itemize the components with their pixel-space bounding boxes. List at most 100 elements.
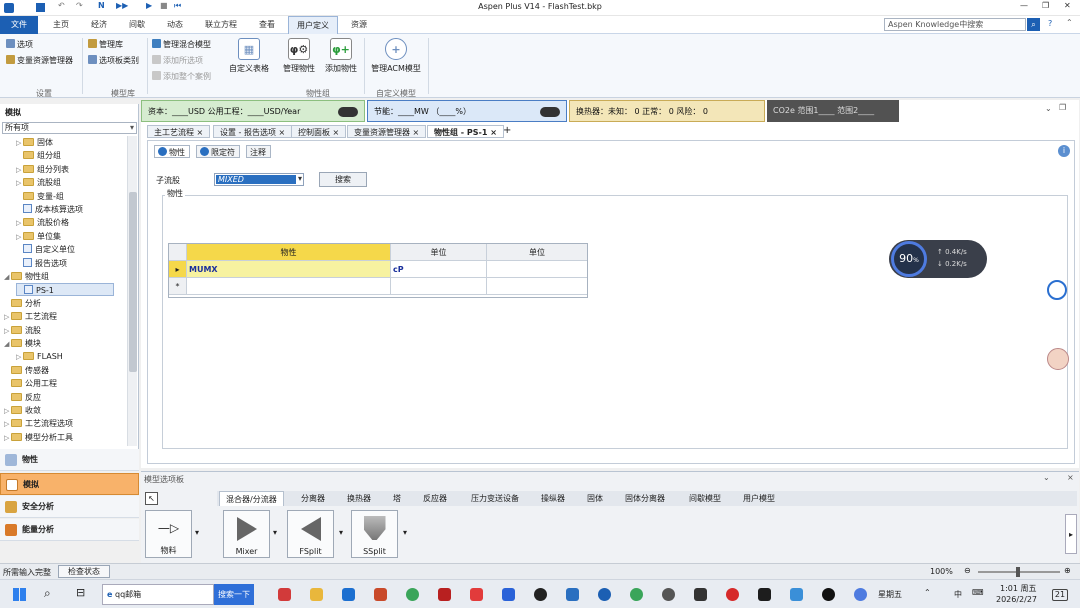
browser-blue-icon[interactable] (598, 588, 611, 601)
add-tab-button[interactable]: + (503, 125, 511, 136)
tree-item[interactable]: ◢ 物性组 (4, 270, 49, 283)
media-icon[interactable] (726, 588, 739, 601)
chevron-up-icon[interactable]: ⌃ (1066, 18, 1073, 27)
tree-expander-icon[interactable]: ▷ (4, 311, 11, 324)
tree-item[interactable]: ▷ 流股价格 (16, 216, 69, 229)
close-palette-icon[interactable]: × (1067, 473, 1074, 482)
pin-icon[interactable]: ⌄ (1043, 473, 1050, 482)
co2-status[interactable]: CO2e 范围1____ 范围2____ (767, 100, 899, 122)
check-status-button[interactable]: 检查状态 (58, 565, 110, 578)
palette-tab-mixers[interactable]: 混合器/分流器 (219, 491, 284, 506)
task-view-icon[interactable]: ⊟ (76, 586, 85, 599)
notification-badge[interactable]: 21 (1052, 589, 1068, 601)
app-circle-icon[interactable] (662, 588, 675, 601)
palette-item-fsplit[interactable]: FSplit (287, 510, 334, 558)
tree-expander-icon[interactable]: ▷ (4, 418, 11, 431)
assistant-bubble-icon[interactable] (1047, 280, 1067, 300)
nav-filter-select[interactable]: 所有项 ▾ (2, 122, 137, 134)
nav-scrollbar[interactable] (127, 136, 137, 446)
palette-item-material-stream[interactable]: —▷ 物料 (145, 510, 192, 558)
tab-economics[interactable]: 经济 (82, 16, 116, 34)
property-cell[interactable]: MUMX (187, 261, 391, 278)
chevron-down-icon[interactable]: ▾ (403, 528, 407, 537)
chrome-2-icon[interactable] (630, 588, 643, 601)
file-explorer-icon[interactable] (310, 588, 323, 601)
tree-expander-icon[interactable]: ▷ (16, 177, 23, 190)
tree-item[interactable]: ▷ FLASH (16, 350, 63, 363)
tree-item[interactable]: 传感器 (4, 364, 49, 377)
search-icon[interactable]: ⌕ (44, 586, 51, 601)
tree-item[interactable]: ▷ 组分列表 (16, 163, 69, 176)
toggle-icon[interactable] (540, 107, 560, 117)
palette-categories-button[interactable]: 选项板类别 (88, 54, 139, 67)
office-icon[interactable] (374, 588, 387, 601)
toggle-icon[interactable] (338, 107, 358, 117)
doc-tab-report-options[interactable]: 设置 - 报告选项 × (213, 125, 293, 138)
tab-view[interactable]: 查看 (250, 16, 284, 34)
column-header-property[interactable]: 物性 (187, 244, 391, 261)
palette-tab-manipulators[interactable]: 操纵器 (535, 491, 571, 506)
tree-expander-icon[interactable]: ◢ (4, 271, 11, 284)
nav-button-energy[interactable]: 能量分析 (0, 519, 139, 541)
select-pointer-button[interactable]: ↖ (145, 492, 158, 505)
avatar[interactable] (1047, 348, 1069, 370)
tab-dynamics[interactable]: 动态 (158, 16, 192, 34)
palette-tab-reactors[interactable]: 反应器 (417, 491, 453, 506)
network-speed-widget[interactable]: 90% ↑ 0.4K/s ↓ 0.2K/s (889, 240, 987, 278)
chrome-icon[interactable] (406, 588, 419, 601)
sub-tab-properties[interactable]: 物性 (154, 145, 190, 158)
tab-resources[interactable]: 资源 (342, 16, 376, 34)
nav-button-simulation[interactable]: 模拟 (0, 473, 139, 495)
tab-customize[interactable]: 用户定义 (288, 16, 338, 34)
tree-item[interactable]: ▷ 流股 (4, 324, 41, 337)
language-indicator[interactable]: 中 (954, 589, 962, 600)
column-header-units-2[interactable]: 单位 (487, 244, 587, 261)
units-cell[interactable]: cP (391, 261, 487, 278)
variable-explorer-button[interactable]: 变量资源管理器 (6, 54, 73, 67)
units-cell[interactable] (391, 278, 487, 295)
help-icon[interactable]: ? (1048, 19, 1052, 28)
close-button[interactable]: ✕ (1064, 1, 1071, 10)
units-cell-2[interactable] (487, 261, 587, 278)
sub-tab-qualifiers[interactable]: 限定符 (196, 145, 240, 158)
tree-item[interactable]: ▷ 收敛 (4, 404, 41, 417)
app-icon[interactable] (342, 588, 355, 601)
add-whole-case-button[interactable]: 添加整个案例 (152, 70, 211, 83)
zoom-slider[interactable] (978, 567, 1060, 577)
add-selected-button[interactable]: 添加所选项 (152, 54, 203, 67)
chat-icon[interactable] (694, 588, 707, 601)
sub-tab-comments[interactable]: 注释 (246, 145, 271, 158)
video-icon[interactable] (470, 588, 483, 601)
palette-tab-user-models[interactable]: 用户模型 (737, 491, 781, 506)
doc-tab-main-flowsheet[interactable]: 主工艺流程 × (147, 125, 211, 138)
tree-expander-icon[interactable]: ▷ (16, 164, 23, 177)
options-button[interactable]: 选项 (6, 38, 33, 51)
palette-tab-columns[interactable]: 塔 (387, 491, 407, 506)
nav-scrollbar-thumb[interactable] (129, 192, 137, 372)
zoom-in-button[interactable]: ⊕ (1064, 566, 1071, 575)
chevron-down-icon[interactable]: ▾ (195, 528, 199, 537)
tab-home[interactable]: 主页 (44, 16, 78, 34)
palette-tab-batch-models[interactable]: 间歇模型 (683, 491, 727, 506)
chevron-down-icon[interactable]: ⌄ (1045, 104, 1052, 113)
tree-item[interactable]: ▷ 单位集 (16, 230, 61, 243)
github-icon[interactable] (534, 588, 547, 601)
qq-icon[interactable] (822, 588, 835, 601)
restore-button[interactable]: ❐ (1042, 1, 1049, 10)
aspen-plus-icon[interactable] (566, 588, 579, 601)
tree-item[interactable]: 变量-组 (16, 190, 64, 203)
tree-expander-icon[interactable]: ▷ (16, 137, 23, 150)
zoom-out-button[interactable]: ⊖ (964, 566, 971, 575)
chevron-down-icon[interactable]: ▾ (273, 528, 277, 537)
palette-tab-solid-separators[interactable]: 固体分离器 (619, 491, 671, 506)
windows-start-icon[interactable] (13, 588, 26, 601)
palette-item-mixer[interactable]: Mixer (223, 510, 270, 558)
row-indicator[interactable]: * (169, 278, 187, 295)
doc-tab-variable-explorer[interactable]: 变量资源管理器 × (347, 125, 427, 138)
search-input[interactable]: Aspen Knowledge中搜索 (884, 18, 1026, 31)
network-icon[interactable] (854, 588, 867, 601)
manage-library-button[interactable]: 管理库 (88, 38, 123, 51)
search-button[interactable]: 搜索 (319, 172, 367, 187)
palette-tab-pressure[interactable]: 压力变送设备 (465, 491, 525, 506)
tree-item[interactable]: 反应 (4, 391, 41, 404)
